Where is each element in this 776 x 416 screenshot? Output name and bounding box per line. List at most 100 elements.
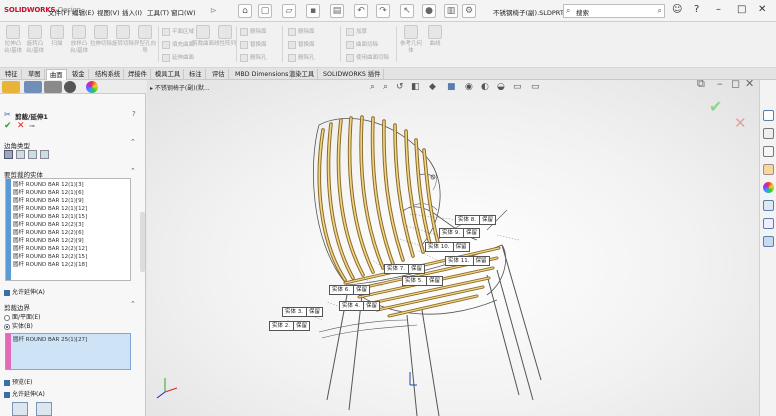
menu-file[interactable]: 文件(F)	[48, 7, 70, 17]
list-item[interactable]: 圆杆 ROUND BAR 12(2)[12]	[13, 244, 87, 252]
tab-features[interactable]: 特征	[2, 69, 22, 80]
tab-markup[interactable]: 标注	[186, 69, 206, 80]
collapse-chevron-icon[interactable]: ⌃	[130, 300, 136, 308]
ribbon-btn-loft[interactable]: 放样凸台/基体	[68, 25, 90, 63]
callout-keep[interactable]: 保留	[363, 302, 377, 310]
body-callout-5[interactable]: 实体 5. 保留	[402, 276, 444, 286]
custom-properties-icon[interactable]	[763, 200, 774, 211]
bodies-to-trim-list[interactable]: 圆杆 ROUND BAR 12(1)[3] 圆杆 ROUND BAR 12(1)…	[5, 178, 131, 281]
print-icon[interactable]: ▤	[330, 4, 344, 18]
list-item[interactable]: 圆杆 ROUND BAR 12(2)[18]	[13, 260, 87, 268]
ok-check-icon[interactable]: ✔	[4, 121, 12, 131]
dimxpert-tab-icon[interactable]	[64, 81, 76, 93]
configuration-tab-icon[interactable]	[44, 81, 62, 93]
add-in-icon[interactable]	[763, 236, 774, 247]
user-icon[interactable]: ☺	[672, 4, 682, 15]
pushpin-icon[interactable]: ⊸	[29, 122, 35, 130]
options-gear-icon[interactable]: ⚙	[462, 4, 476, 18]
list-item[interactable]: 圆杆 ROUND BAR 12(1)[15]	[13, 212, 87, 220]
face-plane-radio[interactable]: 面/平面(E)	[4, 312, 41, 321]
trim-boundary-list[interactable]: 圆杆 ROUND BAR 25(1)[27]	[5, 333, 131, 370]
ribbon-btn-ref-geometry[interactable]: 参考几何体	[400, 25, 422, 63]
tab-mbd-dimensions[interactable]: MBD Dimensions	[232, 69, 293, 80]
callout-keep[interactable]: 保留	[408, 265, 422, 273]
ribbon-btn-trim-surface[interactable]: 剪裁曲面	[192, 25, 214, 63]
list-item[interactable]: 圆杆 ROUND BAR 12(1)[3]	[13, 180, 84, 188]
ribbon-btn-surface-c[interactable]: 删除孔	[288, 53, 315, 62]
callout-keep[interactable]: 保留	[426, 277, 440, 285]
design-library-icon[interactable]	[763, 128, 774, 139]
callout-keep[interactable]: 保留	[353, 286, 367, 294]
ribbon-btn-fill-surface[interactable]: 填充曲面	[162, 40, 194, 49]
tab-evaluate[interactable]: 评估	[209, 69, 229, 80]
ribbon-btn-surface-b[interactable]: 替换面	[288, 40, 315, 49]
ribbon-btn-extrude[interactable]: 拉伸凸台/基体	[2, 25, 24, 63]
list-item[interactable]: 圆杆 ROUND BAR 25(1)[27]	[13, 335, 87, 343]
bodies-radio[interactable]: 实体(B)	[4, 321, 33, 330]
callout-keep[interactable]: 保留	[293, 322, 307, 330]
keep-bodies-icon[interactable]	[12, 402, 28, 416]
list-item[interactable]: 圆杆 ROUND BAR 12(1)[12]	[13, 204, 87, 212]
search-input[interactable]: ⌕ 搜索 ⌕	[563, 4, 665, 18]
menu-window[interactable]: 窗口(W)	[171, 7, 196, 17]
collapse-chevron-icon[interactable]: ⌃	[130, 167, 136, 175]
list-item[interactable]: 圆杆 ROUND BAR 12(2)[6]	[13, 228, 84, 236]
menu-tools[interactable]: 工具(T)	[147, 7, 169, 17]
body-callout-3[interactable]: 实体 3. 保留	[282, 307, 324, 317]
graphics-viewport[interactable]: ▸ 不锈钢椅子(副)(默... ⌕ ⌕ ↺ ◧ ◆ ■ ◉ ◐ ◒ ▭ ▭ ⧉ …	[147, 80, 759, 416]
redo-icon[interactable]: ↷	[376, 4, 390, 18]
pin-icon[interactable]: ⊳	[210, 6, 217, 15]
ribbon-btn-pattern[interactable]: 线性阵列	[214, 25, 236, 63]
ribbon-btn-sweep[interactable]: 扫描	[46, 25, 68, 63]
body-callout-7[interactable]: 实体 7. 保留	[384, 264, 426, 274]
body-callout-8[interactable]: 实体 8. 保留	[455, 215, 497, 225]
home-icon[interactable]: ⌂	[238, 4, 252, 18]
collapse-chevron-icon[interactable]: ⌃	[130, 138, 136, 146]
list-item[interactable]: 圆杆 ROUND BAR 12(2)[3]	[13, 220, 84, 228]
file-properties-icon[interactable]: ▥	[444, 4, 458, 18]
minimize-icon[interactable]: –	[716, 4, 721, 15]
ribbon-btn-hole-wizard[interactable]: 异型孔向导	[134, 25, 156, 63]
tab-sketch[interactable]: 草图	[25, 69, 45, 80]
view-palette-icon[interactable]	[763, 164, 774, 175]
callout-keep[interactable]: 保留	[472, 257, 487, 265]
ribbon-btn-surface-cut[interactable]: 曲面切除	[346, 40, 378, 49]
appearance-tab-icon[interactable]	[86, 81, 98, 93]
tab-mold-tools[interactable]: 模具工具	[152, 69, 185, 80]
body-callout-2[interactable]: 实体 2. 保留	[269, 321, 311, 331]
tab-sheet-metal[interactable]: 钣金	[69, 69, 89, 80]
body-callout-11[interactable]: 实体 11. 保留	[445, 256, 490, 266]
body-callout-9[interactable]: 实体 9. 保留	[439, 228, 481, 238]
menu-insert[interactable]: 插入(I)	[122, 7, 142, 17]
solidworks-resources-icon[interactable]	[763, 110, 774, 121]
select-icon[interactable]: ↖	[400, 4, 414, 18]
panel-scrollbar[interactable]	[140, 212, 145, 272]
ribbon-btn-thicken[interactable]: 加厚	[346, 27, 367, 36]
corner-butt2-icon[interactable]	[40, 150, 49, 159]
preview-checkbox[interactable]: 预览(E)	[4, 377, 32, 386]
callout-keep[interactable]: 保留	[306, 308, 320, 316]
body-callout-10[interactable]: 实体 10. 保留	[425, 242, 470, 252]
ribbon-btn-cut-with-surface[interactable]: 使用曲面切除	[346, 53, 389, 62]
list-item[interactable]: 圆杆 ROUND BAR 12(2)[15]	[13, 252, 87, 260]
ribbon-btn-planar-surface[interactable]: 平面区域	[162, 27, 194, 36]
ribbon-btn-revolve[interactable]: 旋转凸台/基体	[24, 25, 46, 63]
tab-structure-system[interactable]: 结构系统	[92, 69, 125, 80]
appearances-icon[interactable]	[763, 182, 774, 193]
list-item[interactable]: 圆杆 ROUND BAR 12(2)[9]	[13, 236, 84, 244]
search-icon[interactable]: ⌕	[658, 6, 662, 16]
ribbon-btn-replace-face[interactable]: 替换面	[240, 40, 267, 49]
corner-miter-icon[interactable]	[16, 150, 25, 159]
open-icon[interactable]: ▱	[282, 4, 296, 18]
help-icon[interactable]: ?	[694, 4, 699, 15]
list-item[interactable]: 圆杆 ROUND BAR 12(1)[6]	[13, 188, 84, 196]
menu-view[interactable]: 视图(V)	[97, 7, 120, 17]
ribbon-btn-delete-face[interactable]: 删除面	[240, 27, 267, 36]
ribbon-btn-surface-a[interactable]: 删除面	[288, 27, 315, 36]
allow-extend-checkbox-2[interactable]: 允许延伸(A)	[4, 389, 45, 398]
ribbon-btn-curves[interactable]: 曲线	[424, 25, 446, 63]
tab-solidworks-addins[interactable]: SOLIDWORKS 插件	[320, 69, 385, 80]
maximize-icon[interactable]: □	[737, 4, 746, 15]
menu-edit[interactable]: 编辑(E)	[72, 7, 94, 17]
discard-bodies-icon[interactable]	[36, 402, 52, 416]
